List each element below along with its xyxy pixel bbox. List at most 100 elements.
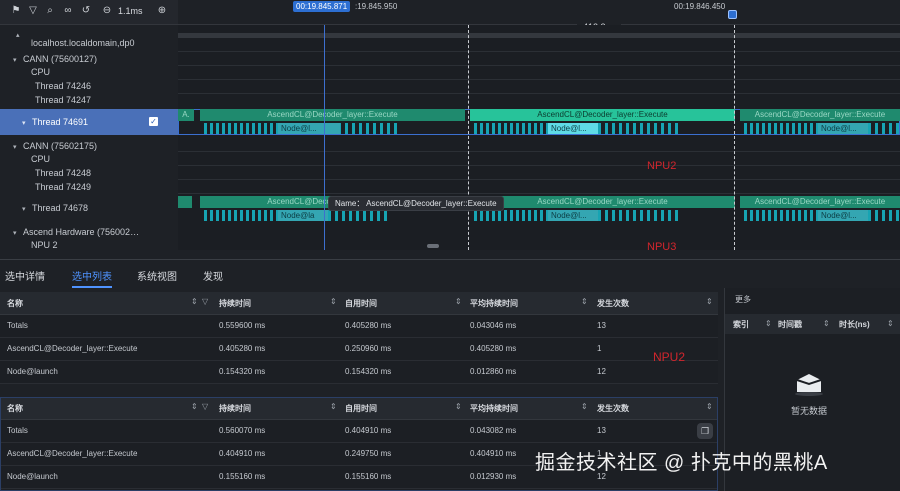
tab-selected-details[interactable]: 选中详情 (5, 268, 45, 283)
tab-system-view[interactable]: 系统视图 (137, 268, 177, 283)
copy-icon[interactable]: ❐ (697, 423, 713, 439)
node-event[interactable]: Node@l... (818, 123, 868, 134)
cell-count: 13 (597, 426, 606, 435)
column-header-avg-duration[interactable]: 平均持续时间 (470, 403, 518, 414)
table-row[interactable]: Totals 0.560070 ms 0.404910 ms 0.043082 … (0, 420, 718, 443)
empty-state-text: 暂无数据 (791, 406, 828, 416)
tree-item-thread[interactable]: ▾ Thread 74678 (22, 203, 200, 213)
kernel-tick (540, 123, 543, 134)
kernel-tick (335, 210, 338, 221)
event-band[interactable]: AscendCL@Decoder_layer::Execute (740, 196, 900, 208)
timeline-canvas[interactable]: A. AscendCL@Decoder_layer::Execute Ascen… (178, 25, 900, 250)
table-row[interactable]: Node@launch 0.154320 ms 0.154320 ms 0.01… (0, 361, 718, 384)
sort-icon[interactable]: ⇕ (706, 402, 713, 411)
event-band[interactable]: AscendCL@Decoder_layer::Execute (470, 196, 735, 208)
kernel-tick (370, 210, 373, 221)
sort-icon[interactable]: ⇕ (191, 402, 198, 411)
search-icon[interactable]: ⌕ (44, 5, 56, 17)
node-event[interactable]: Node@l... (278, 123, 340, 134)
sort-icon[interactable]: ⇕ (706, 297, 713, 306)
event-band[interactable]: AscendCL@Decoder_layer::Execute (740, 109, 900, 121)
kernel-tick (234, 123, 237, 134)
cell-name: Totals (7, 321, 28, 330)
undo-icon[interactable]: ↺ (80, 5, 92, 17)
checkbox-checked-icon[interactable]: ✓ (149, 117, 158, 126)
column-header-self-time[interactable]: 自用时间 (345, 298, 377, 309)
kernel-tick (264, 210, 267, 221)
kernel-tick (762, 123, 765, 134)
sort-icon[interactable]: ⇕ (581, 402, 588, 411)
filter-icon[interactable]: ▽ (202, 297, 208, 306)
column-header-self-time[interactable]: 自用时间 (345, 403, 377, 414)
kernel-tick (480, 210, 483, 221)
node-event[interactable]: Node@la (278, 210, 328, 221)
cell-count: 1 (597, 344, 602, 353)
kernel-tick (228, 210, 231, 221)
column-header-index[interactable]: 索引 (733, 319, 749, 330)
tab-selected-list[interactable]: 选中列表 (72, 268, 112, 288)
zoom-level: 1.1ms (118, 6, 143, 16)
kernel-tick (744, 123, 747, 134)
sort-icon[interactable]: ⇕ (455, 297, 462, 306)
kernel-tick (619, 210, 622, 221)
filter-icon[interactable]: ▽ (27, 5, 39, 17)
flag-icon[interactable]: ⚑ (10, 5, 22, 17)
kernel-tick (246, 123, 249, 134)
table-row[interactable]: Totals 0.559600 ms 0.405280 ms 0.043046 … (0, 315, 718, 338)
sort-icon[interactable]: ⇕ (823, 319, 830, 328)
sort-icon[interactable]: ⇕ (330, 297, 337, 306)
sort-icon[interactable]: ⇕ (581, 297, 588, 306)
event-band[interactable]: A. (178, 109, 194, 121)
event-band[interactable]: AscendCL@Decoder_layer::Execute (200, 109, 465, 121)
kernel-tick (204, 210, 207, 221)
zoom-out-icon[interactable]: ⊖ (101, 5, 113, 17)
column-header-timestamp[interactable]: 时间戳 (778, 319, 802, 330)
column-header-duration-ns[interactable]: 时长(ns) (839, 319, 870, 330)
column-header-name[interactable]: 名称 (7, 298, 23, 309)
zoom-in-icon[interactable]: ⊕ (156, 5, 168, 17)
node-event[interactable]: Node@l... (548, 210, 598, 221)
horizontal-scrollbar[interactable] (427, 244, 439, 248)
cursor-timestamp: 00:19.845.871 (293, 1, 351, 12)
panel-divider[interactable] (0, 259, 900, 260)
range-end-marker-icon[interactable] (728, 10, 737, 19)
kernel-tick (654, 123, 657, 134)
column-header-count[interactable]: 发生次数 (597, 298, 629, 309)
thread-label: Thread 74691 (32, 117, 89, 127)
tree-item-cann-2[interactable]: ▾ CANN (75602175) (13, 141, 191, 151)
tree-item-ascend-hardware[interactable]: ▾ Ascend Hardware (756002… (13, 227, 191, 237)
column-header-avg-duration[interactable]: 平均持续时间 (470, 298, 518, 309)
cell-self-time: 0.155160 ms (345, 472, 392, 481)
kernel-tick (510, 123, 513, 134)
event-band-selected[interactable]: AscendCL@Decoder_layer::Execute (470, 109, 735, 121)
tab-discover[interactable]: 发现 (203, 268, 223, 283)
tree-item-thread-selected[interactable]: ▾ Thread 74691 ✓ (0, 109, 178, 135)
kernel-tick (522, 123, 525, 134)
node-event-selected[interactable]: Node@l... (548, 123, 598, 134)
column-header-duration[interactable]: 持续时间 (219, 403, 251, 414)
event-band[interactable] (178, 196, 192, 208)
node-event[interactable]: Node@l... (818, 210, 868, 221)
kernel-tick (252, 210, 255, 221)
sort-icon[interactable]: ⇕ (330, 402, 337, 411)
column-header-count[interactable]: 发生次数 (597, 403, 629, 414)
tree-item-cann-1[interactable]: ▾ CANN (75600127) (13, 54, 191, 64)
column-header-name[interactable]: 名称 (7, 403, 23, 414)
cell-self-time: 0.405280 ms (345, 321, 392, 330)
sort-icon[interactable]: ⇕ (191, 297, 198, 306)
filter-icon[interactable]: ▽ (202, 402, 208, 411)
kernel-tick (384, 210, 387, 221)
more-label[interactable]: 更多 (735, 294, 751, 305)
kernel-tick (868, 123, 871, 134)
sort-icon[interactable]: ⇕ (455, 402, 462, 411)
kernel-tick (882, 123, 885, 134)
link-icon[interactable]: ∞ (62, 5, 74, 17)
cell-avg: 0.043082 ms (470, 426, 517, 435)
table-row[interactable]: AscendCL@Decoder_layer::Execute 0.405280… (0, 338, 718, 361)
sort-icon[interactable]: ⇕ (887, 319, 894, 328)
sort-icon[interactable]: ⇕ (765, 319, 772, 328)
column-header-duration[interactable]: 持续时间 (219, 298, 251, 309)
range-end-line (734, 25, 735, 250)
kernel-tick (896, 123, 899, 134)
group-label: Ascend Hardware (756002… (23, 227, 140, 237)
